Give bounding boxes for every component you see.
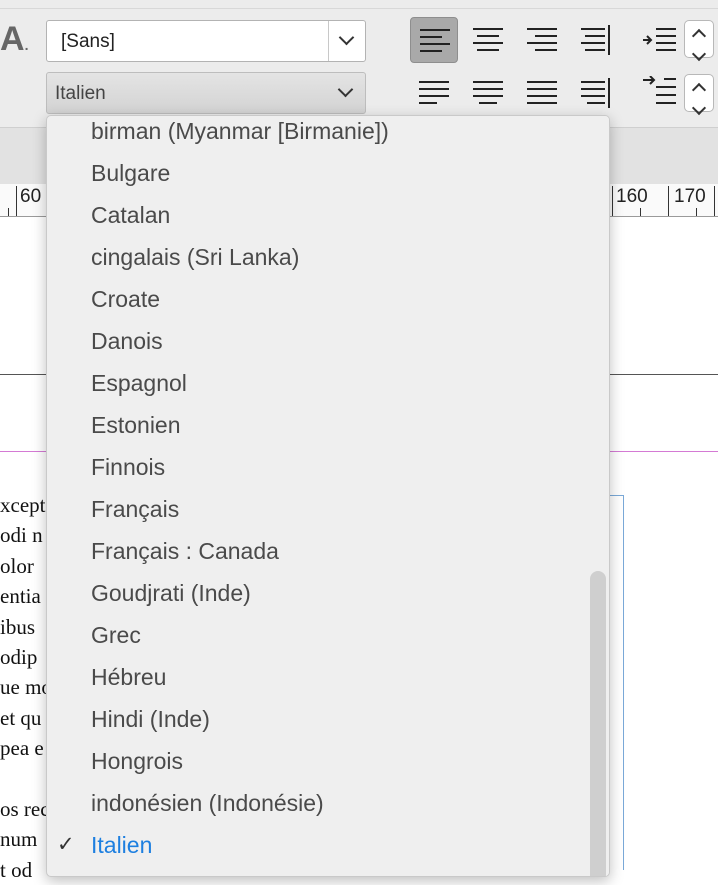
scrollbar-track[interactable] — [587, 116, 609, 876]
menu-item-espagnol[interactable]: Espagnol — [47, 362, 587, 404]
align-towards-spine-icon — [581, 25, 610, 55]
language-select[interactable]: Italien — [46, 72, 366, 114]
character-mode-letter: A — [0, 20, 25, 58]
ruler-tick — [16, 186, 17, 216]
align-left-icon — [420, 29, 450, 52]
menu-item-croate[interactable]: Croate — [47, 278, 587, 320]
chevron-down-icon[interactable] — [337, 81, 354, 98]
menu-item-label: indonésien (Indonésie) — [91, 790, 324, 816]
menu-item-label: Estonien — [91, 412, 181, 438]
ruler-label: 170 — [674, 186, 706, 207]
menu-item-birman[interactable]: birman (Myanmar [Birmanie]) — [47, 116, 587, 152]
text-line: olor — [0, 553, 34, 578]
ruler-tick — [8, 208, 9, 216]
menu-item-grec[interactable]: Grec — [47, 614, 587, 656]
ruler-tick — [612, 186, 613, 216]
justify-center-button[interactable] — [464, 70, 512, 116]
text-line: num — [0, 827, 38, 852]
menu-item-label: Français — [91, 496, 180, 522]
menu-item-label: Bulgare — [91, 160, 171, 186]
scrollbar-thumb[interactable] — [590, 571, 606, 876]
menu-item-label: Hongrois — [91, 748, 184, 774]
menu-item-label: cingalais (Sri Lanka) — [91, 244, 300, 270]
text-line: pea e — [0, 736, 44, 761]
menu-item-label: Danois — [91, 328, 163, 354]
menu-item-bulgare[interactable]: Bulgare — [47, 152, 587, 194]
justify-all-icon — [527, 81, 557, 104]
menu-item-label: Croate — [91, 286, 161, 312]
justify-left-icon — [419, 81, 449, 104]
checkmark-icon: ✓ — [57, 833, 75, 856]
align-right-icon — [527, 28, 557, 51]
menu-item-label: Espagnol — [91, 370, 187, 396]
ruler-tick — [696, 208, 697, 216]
left-indent-stepper[interactable] — [684, 20, 714, 62]
chevron-down-icon[interactable] — [338, 29, 355, 46]
ruler-tick — [668, 186, 669, 216]
menu-item-label: Catalan — [91, 202, 171, 228]
justify-spine-button[interactable] — [572, 70, 620, 116]
menu-item-label: Italien — [91, 832, 153, 858]
menu-item-label: Hindi (Inde) — [91, 706, 210, 732]
justify-left-button[interactable] — [410, 70, 458, 116]
paragraph-style-select[interactable]: [Sans] — [46, 20, 366, 62]
align-center-icon — [473, 28, 503, 51]
stepper-up-icon[interactable] — [691, 28, 707, 44]
character-mode-icon[interactable]: A. — [0, 22, 28, 56]
menu-item-estonien[interactable]: Estonien — [47, 404, 587, 446]
justify-all-button[interactable] — [518, 70, 566, 116]
text-line — [0, 764, 46, 794]
align-left-button[interactable] — [410, 17, 458, 63]
ruler-label: 160 — [616, 186, 648, 207]
menu-item-danois[interactable]: Danois — [47, 320, 587, 362]
menu-item-label: Grec — [91, 622, 141, 648]
menu-item-francais[interactable]: Français — [47, 488, 587, 530]
toolbar-divider — [0, 8, 718, 9]
language-select-value: Italien — [55, 83, 106, 104]
menu-item-label: Finnois — [91, 454, 166, 480]
menu-item-catalan[interactable]: Catalan — [47, 194, 587, 236]
text-line: odi n — [0, 523, 43, 548]
text-frame-edge — [623, 495, 624, 870]
ruler-label: 60 — [20, 186, 42, 207]
ruler-tick — [714, 186, 715, 216]
align-towards-spine-button[interactable] — [572, 17, 620, 63]
align-center-button[interactable] — [464, 17, 512, 63]
text-line: ibus — [0, 614, 36, 639]
first-line-indent-stepper[interactable] — [684, 74, 714, 116]
stepper-down-icon[interactable] — [691, 100, 707, 116]
text-line: et qu — [0, 705, 42, 730]
text-line: xcept — [0, 493, 46, 517]
select-separator — [328, 21, 329, 61]
menu-item-indonesien[interactable]: indonésien (Indonésie) — [47, 782, 587, 824]
align-right-button[interactable] — [518, 17, 566, 63]
text-frame[interactable]: xcept odi n olor entia ibus odip ue mo e… — [0, 490, 46, 885]
justify-spine-icon — [581, 78, 610, 108]
justify-center-icon — [473, 81, 503, 104]
control-panel: A. [Sans] Italien — [0, 0, 718, 128]
stepper-down-icon[interactable] — [691, 46, 707, 62]
ruler-tick — [640, 208, 641, 216]
text-line: ue mo — [0, 675, 46, 700]
left-indent-icon — [643, 28, 676, 51]
menu-item-label: birman (Myanmar [Birmanie]) — [91, 118, 389, 144]
text-line: odip — [0, 644, 38, 669]
stepper-up-icon[interactable] — [691, 82, 707, 98]
paragraph-style-value: [Sans] — [61, 31, 115, 52]
menu-item-finnois[interactable]: Finnois — [47, 446, 587, 488]
menu-item-label: Français : Canada — [91, 538, 279, 564]
language-dropdown-menu[interactable]: birman (Myanmar [Birmanie]) Bulgare Cata… — [46, 115, 610, 877]
menu-item-cingalais[interactable]: cingalais (Sri Lanka) — [47, 236, 587, 278]
menu-item-hindi[interactable]: Hindi (Inde) — [47, 698, 587, 740]
menu-item-francais-canada[interactable]: Français : Canada — [47, 530, 587, 572]
menu-item-hebreu[interactable]: Hébreu — [47, 656, 587, 698]
menu-item-label: Hébreu — [91, 664, 167, 690]
menu-item-label: Goudjrati (Inde) — [91, 580, 251, 606]
text-line: os rec — [0, 796, 46, 821]
first-line-indent-icon — [643, 76, 676, 104]
menu-item-hongrois[interactable]: Hongrois — [47, 740, 587, 782]
menu-item-italien[interactable]: ✓ Italien — [47, 824, 587, 866]
menu-item-goudjrati[interactable]: Goudjrati (Inde) — [47, 572, 587, 614]
text-line: entia — [0, 584, 41, 609]
